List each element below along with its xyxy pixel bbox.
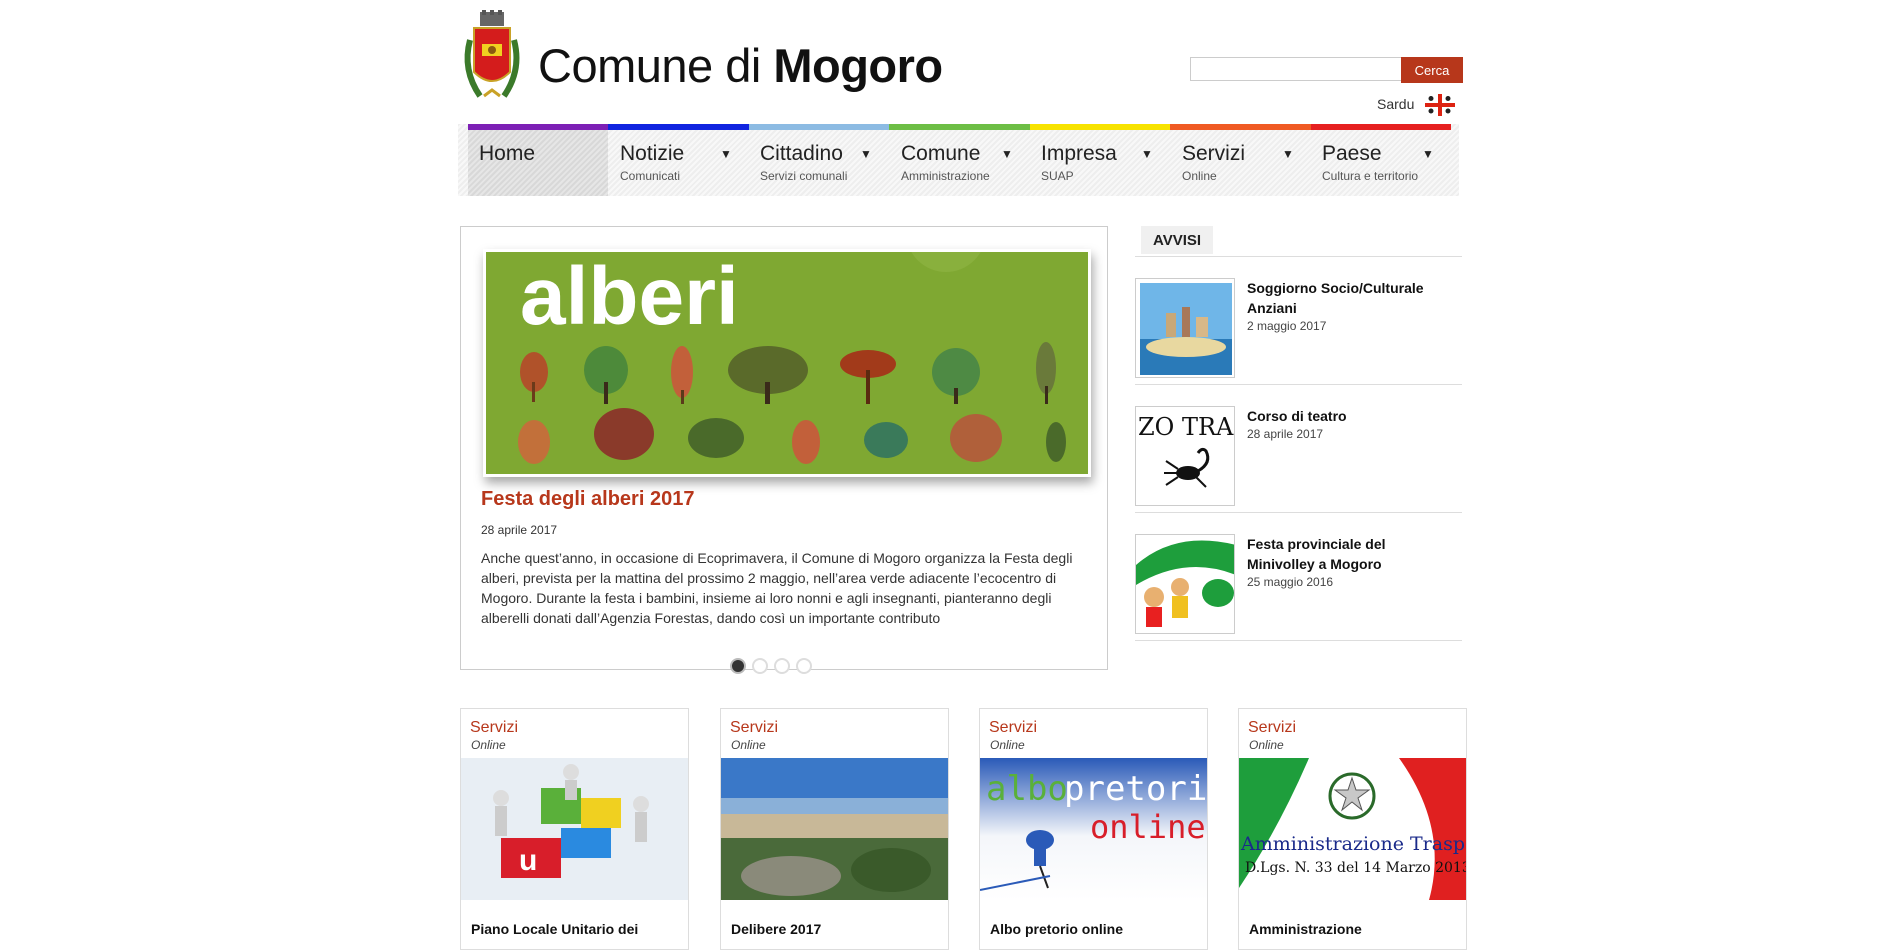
card-category: Servizi: [1248, 719, 1297, 736]
nav-sublabel: Cultura e territorio: [1322, 169, 1419, 183]
card-title[interactable]: Amministrazione: [1249, 921, 1362, 937]
nav-label: Impresa: [1041, 142, 1117, 165]
avviso-date: 2 maggio 2017: [1247, 319, 1327, 333]
avviso-title[interactable]: Festa provinciale del Minivolley a Mogor…: [1247, 534, 1457, 574]
avviso-date: 28 aprile 2017: [1247, 427, 1324, 441]
card-subcategory: Online: [471, 738, 506, 752]
slider-pagination: [730, 658, 812, 674]
avvisi-heading: AVVISI: [1141, 226, 1214, 254]
nav-item-paese[interactable]: Paese Cultura e territorio ▼: [1311, 130, 1451, 196]
nav-label: Notizie: [620, 142, 685, 165]
language-sardu-link[interactable]: Sardu: [1377, 96, 1414, 112]
card-title[interactable]: Piano Locale Unitario dei: [471, 921, 638, 937]
slider-dot[interactable]: [796, 658, 812, 674]
nav-item-servizi[interactable]: Servizi Online ▼: [1171, 130, 1311, 196]
card-image[interactable]: albo pretorio online: [980, 758, 1207, 900]
card-subcategory: Online: [731, 738, 766, 752]
nav-sublabel: Online: [1182, 169, 1217, 183]
nav-sublabel: Amministrazione: [901, 169, 990, 183]
nav-item-home[interactable]: Home: [468, 130, 608, 196]
card-subcategory: Online: [990, 738, 1025, 752]
avviso-item[interactable]: ZO TRAG Corso di teatro 28 aprile 2017: [1135, 384, 1462, 513]
card-subcategory: Online: [1249, 738, 1284, 752]
nav-label: Servizi: [1182, 142, 1246, 165]
nav-item-impresa[interactable]: Impresa SUAP ▼: [1030, 130, 1170, 196]
avviso-thumbnail[interactable]: [1135, 534, 1235, 634]
nav-label: Comune: [901, 142, 981, 165]
italian-emblem-icon: [1328, 772, 1376, 820]
site-title[interactable]: Comune di Mogoro: [538, 38, 943, 93]
avviso-item[interactable]: Festa provinciale del Minivolley a Mogor…: [1135, 512, 1462, 641]
sardinia-flag-icon[interactable]: [1425, 94, 1455, 116]
search-input[interactable]: [1190, 57, 1404, 81]
online-text: online: [1090, 808, 1206, 846]
service-card[interactable]: Servizi Online u Piano Locale Unitario d…: [460, 708, 689, 950]
pretorio-text: pretorio: [1064, 769, 1207, 809]
municipal-crest-logo[interactable]: [458, 10, 526, 106]
avviso-thumbnail[interactable]: ZO TRAG: [1135, 406, 1235, 506]
slide-text: Anche quest’anno, in occasione di Ecopri…: [481, 550, 1073, 626]
nav-item-cittadino[interactable]: Cittadino Servizi comunali ▼: [749, 130, 889, 196]
thumb-text: ZO TRAG: [1138, 413, 1235, 441]
slider-dot[interactable]: [730, 658, 746, 674]
slide-title[interactable]: Festa degli alberi 2017: [481, 488, 694, 511]
nav-sublabel: Comunicati: [620, 169, 681, 183]
nav-label: Paese: [1322, 142, 1382, 165]
dropdown-caret-icon: ▼: [1001, 147, 1013, 161]
service-card[interactable]: Servizi Online albo pretorio online Albo…: [979, 708, 1208, 950]
service-card[interactable]: Servizi Online Delibere 2017: [720, 708, 949, 950]
nav-label: Home: [479, 142, 536, 165]
albo-text: albo: [986, 769, 1068, 809]
avviso-title[interactable]: Corso di teatro: [1247, 406, 1457, 426]
card-image[interactable]: u: [461, 758, 688, 900]
service-card[interactable]: Servizi Online Amministrazione Trasparen…: [1238, 708, 1467, 950]
svg-text:u: u: [519, 844, 537, 877]
slider-dot[interactable]: [774, 658, 790, 674]
site-title-prefix: Comune di: [538, 39, 761, 92]
site-title-name: Mogoro: [773, 39, 943, 92]
nav-label: Cittadino: [760, 142, 843, 165]
avviso-thumbnail[interactable]: [1135, 278, 1235, 378]
avviso-date: 25 maggio 2016: [1247, 575, 1334, 589]
avviso-title[interactable]: Soggiorno Socio/Culturale Anziani: [1247, 278, 1457, 318]
card-image[interactable]: Amministrazione Trasparente D.Lgs. N. 33…: [1239, 758, 1466, 900]
dlgs-text: D.Lgs. N. 33 del 14 Marzo 2013: [1245, 860, 1466, 876]
nav-sublabel: Servizi comunali: [760, 169, 848, 183]
slide-date: 28 aprile 2017: [481, 523, 558, 537]
nav-item-comune[interactable]: Comune Amministrazione ▼: [890, 130, 1030, 196]
trasparente-text: Amministrazione Trasparente: [1240, 833, 1466, 855]
slide-image[interactable]: alberi: [483, 249, 1091, 477]
dropdown-caret-icon: ▼: [1422, 147, 1434, 161]
dropdown-caret-icon: ▼: [1141, 147, 1153, 161]
search-button[interactable]: Cerca: [1401, 57, 1463, 83]
slide-image-word: alberi: [520, 252, 739, 342]
card-image[interactable]: [721, 758, 948, 900]
slider-dot[interactable]: [752, 658, 768, 674]
nav-sublabel: SUAP: [1041, 169, 1074, 183]
nav-item-notizie[interactable]: Notizie Comunicati ▼: [609, 130, 749, 196]
card-title[interactable]: Delibere 2017: [731, 921, 821, 937]
avviso-item[interactable]: Soggiorno Socio/Culturale Anziani 2 magg…: [1135, 256, 1462, 385]
news-slider: alberi Festa degli alberi 2017 28 aprile…: [460, 226, 1108, 670]
dropdown-caret-icon: ▼: [720, 147, 732, 161]
card-category: Servizi: [989, 719, 1038, 736]
card-title[interactable]: Albo pretorio online: [990, 921, 1123, 937]
card-category: Servizi: [470, 719, 519, 736]
dropdown-caret-icon: ▼: [860, 147, 872, 161]
dropdown-caret-icon: ▼: [1282, 147, 1294, 161]
card-category: Servizi: [730, 719, 779, 736]
